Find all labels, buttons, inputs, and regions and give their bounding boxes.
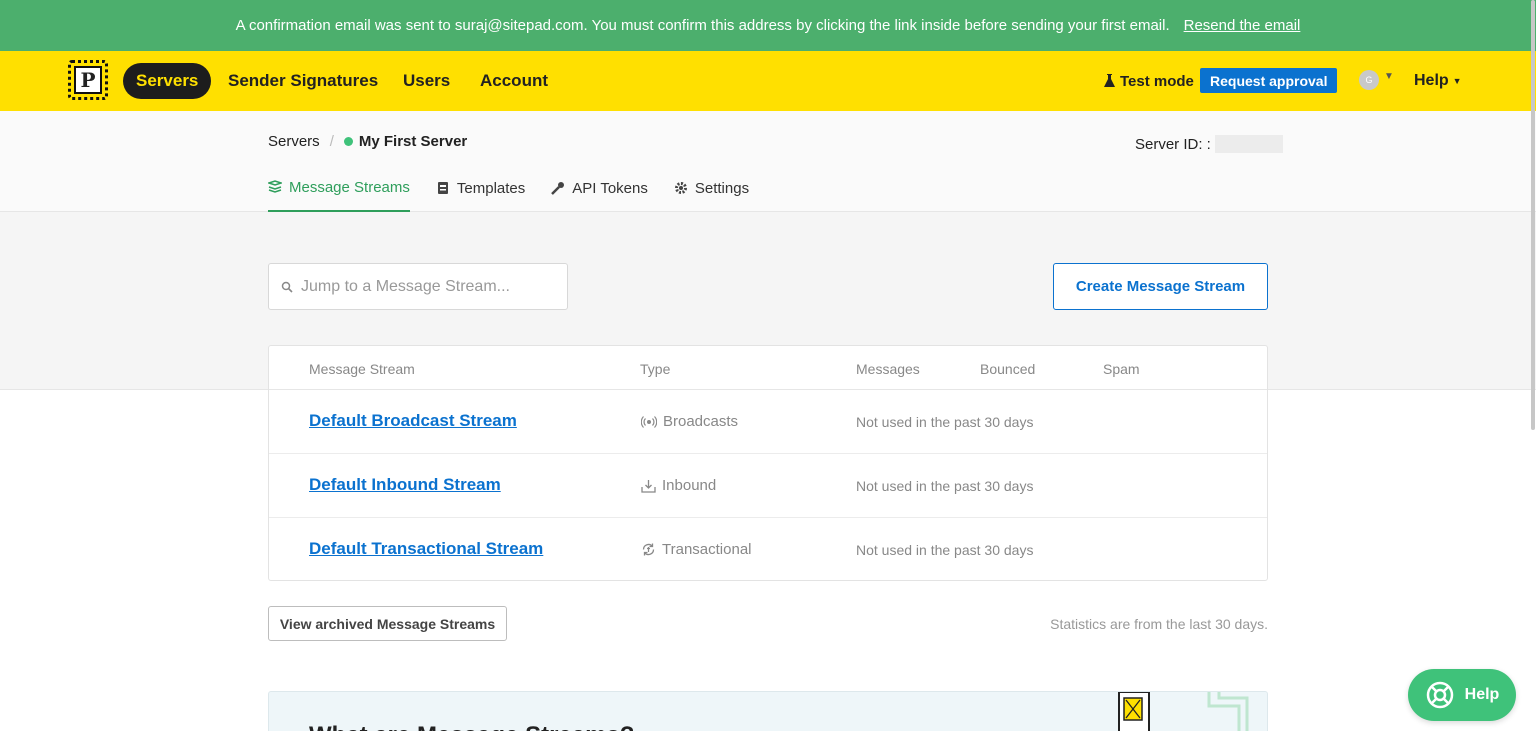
server-header: Servers / My First Server Server ID: : M…: [0, 111, 1536, 212]
create-message-stream-button[interactable]: Create Message Stream: [1053, 263, 1268, 310]
tab-label: Settings: [694, 179, 750, 197]
illustration-icon: [1118, 692, 1249, 731]
tab-api-tokens[interactable]: API Tokens: [551, 175, 648, 212]
banner-message: A confirmation email was sent to suraj@s…: [235, 17, 1170, 34]
statistics-note: Statistics are from the last 30 days.: [1050, 616, 1268, 632]
chevron-down-icon: ▼: [1452, 76, 1462, 86]
column-header-bounced: Bounced: [980, 361, 1036, 377]
table-header: Message Stream Type Messages Bounced Spa…: [269, 346, 1267, 390]
inbound-icon: [641, 479, 656, 493]
avatar[interactable]: G: [1359, 70, 1379, 90]
test-mode-indicator: Test mode: [1104, 63, 1194, 99]
lifebuoy-icon: [1426, 681, 1453, 709]
stream-messages-status: Not used in the past 30 days: [856, 542, 1034, 558]
transactional-icon: [642, 543, 655, 556]
tab-message-streams[interactable]: Message Streams: [268, 175, 410, 212]
stream-messages-status: Not used in the past 30 days: [856, 478, 1034, 494]
logo-letter: P: [74, 66, 102, 94]
templates-icon: [437, 182, 448, 194]
chevron-down-icon[interactable]: ▼: [1384, 71, 1394, 82]
message-streams-table: Message Stream Type Messages Bounced Spa…: [268, 345, 1268, 581]
server-tabs: Message Streams Templates API Tokens Set…: [268, 175, 749, 212]
stream-type: Broadcasts: [641, 413, 738, 430]
help-widget-button[interactable]: Help: [1408, 669, 1516, 721]
test-mode-label: Test mode: [1120, 72, 1194, 90]
column-header-type: Type: [640, 361, 671, 377]
server-id: Server ID: :: [1135, 135, 1283, 153]
tab-templates[interactable]: Templates: [436, 175, 525, 212]
table-row: Default Broadcast Stream Broadcasts Not …: [269, 390, 1267, 454]
server-id-label: Server ID: :: [1135, 135, 1211, 153]
stream-link-inbound[interactable]: Default Inbound Stream: [309, 475, 501, 495]
info-box-title: What are Message Streams?: [309, 722, 634, 731]
server-id-redacted: [1214, 135, 1283, 153]
column-header-spam: Spam: [1103, 361, 1140, 377]
help-widget-label: Help: [1464, 686, 1500, 703]
stream-link-broadcast[interactable]: Default Broadcast Stream: [309, 411, 517, 431]
server-name: My First Server: [358, 133, 468, 150]
request-approval-button[interactable]: Request approval: [1200, 68, 1338, 93]
help-menu-label: Help: [1414, 72, 1449, 89]
tab-settings[interactable]: Settings: [674, 175, 749, 212]
table-row: Default Transactional Stream Transaction…: [269, 518, 1267, 582]
breadcrumb-separator: /: [329, 133, 334, 150]
stream-type: Inbound: [641, 477, 716, 494]
scrollbar-thumb[interactable]: [1531, 0, 1535, 430]
postmark-logo[interactable]: P: [68, 60, 108, 100]
column-header-messages: Messages: [856, 361, 920, 377]
search-icon: [281, 281, 293, 293]
flask-icon: [1104, 74, 1115, 87]
broadcast-icon: [641, 415, 657, 428]
nav-users[interactable]: Users: [403, 63, 450, 99]
breadcrumb-servers[interactable]: Servers: [268, 133, 320, 150]
key-icon: [551, 182, 565, 195]
message-streams-info-box: What are Message Streams?: [268, 691, 1268, 731]
stream-type-label: Transactional: [662, 541, 752, 558]
view-archived-streams-button[interactable]: View archived Message Streams: [268, 606, 507, 641]
confirmation-banner: A confirmation email was sent to suraj@s…: [0, 0, 1536, 51]
tab-label: API Tokens: [572, 179, 648, 197]
breadcrumb: Servers / My First Server: [268, 133, 467, 150]
top-navigation: P Servers Sender Signatures Users Accoun…: [0, 51, 1536, 111]
nav-sender-signatures[interactable]: Sender Signatures: [228, 63, 378, 99]
gear-icon: [674, 182, 687, 194]
stream-messages-status: Not used in the past 30 days: [856, 414, 1034, 430]
streams-icon: [268, 180, 282, 193]
stream-type-label: Inbound: [662, 477, 717, 494]
table-row: Default Inbound Stream Inbound Not used …: [269, 454, 1267, 518]
stream-type-label: Broadcasts: [663, 413, 739, 430]
stream-link-transactional[interactable]: Default Transactional Stream: [309, 539, 543, 559]
breadcrumb-server: My First Server: [343, 133, 468, 150]
column-header-stream: Message Stream: [309, 361, 415, 377]
tab-label: Message Streams: [289, 178, 410, 196]
server-status-dot: [343, 137, 353, 146]
stream-type: Transactional: [641, 541, 752, 558]
page-scrollbar[interactable]: [1530, 0, 1536, 731]
tab-label: Templates: [456, 179, 526, 197]
nav-servers[interactable]: Servers: [123, 63, 212, 99]
resend-email-link[interactable]: Resend the email: [1184, 17, 1301, 34]
nav-account[interactable]: Account: [480, 63, 548, 99]
stream-search[interactable]: [268, 263, 568, 310]
help-menu[interactable]: Help ▼: [1414, 63, 1462, 99]
search-input[interactable]: [301, 277, 551, 296]
